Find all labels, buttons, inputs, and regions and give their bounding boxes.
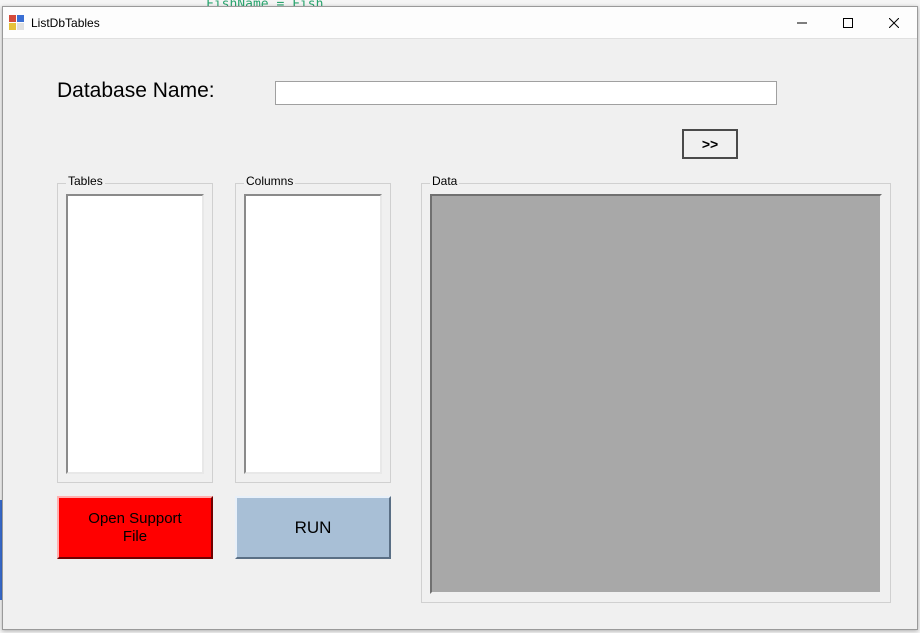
run-button[interactable]: RUN <box>235 496 391 559</box>
open-support-line2: File <box>59 528 211 546</box>
app-icon <box>9 15 25 31</box>
close-icon <box>889 18 899 28</box>
columns-groupbox-label: Columns <box>244 174 295 188</box>
expand-button[interactable]: >> <box>682 129 738 159</box>
tables-groupbox: Tables <box>57 183 213 483</box>
titlebar[interactable]: ListDbTables <box>3 7 917 39</box>
data-groupbox-label: Data <box>430 174 459 188</box>
data-grid[interactable] <box>430 194 882 594</box>
maximize-button[interactable] <box>825 7 871 38</box>
titlebar-left: ListDbTables <box>9 15 100 31</box>
window-title: ListDbTables <box>31 16 100 30</box>
maximize-icon <box>843 18 853 28</box>
database-name-input[interactable] <box>275 81 777 105</box>
open-support-file-button[interactable]: Open Support File <box>57 496 213 559</box>
open-support-line1: Open Support <box>59 510 211 528</box>
tables-listbox[interactable] <box>66 194 204 474</box>
app-window: ListDbTables Database Name: >> Tables Co… <box>2 6 918 630</box>
columns-groupbox: Columns <box>235 183 391 483</box>
window-controls <box>779 7 917 38</box>
database-name-label: Database Name: <box>57 79 215 103</box>
minimize-icon <box>797 18 807 28</box>
data-groupbox: Data <box>421 183 891 603</box>
client-area: Database Name: >> Tables Columns Data Op… <box>3 39 917 629</box>
close-button[interactable] <box>871 7 917 38</box>
columns-listbox[interactable] <box>244 194 382 474</box>
minimize-button[interactable] <box>779 7 825 38</box>
tables-groupbox-label: Tables <box>66 174 105 188</box>
